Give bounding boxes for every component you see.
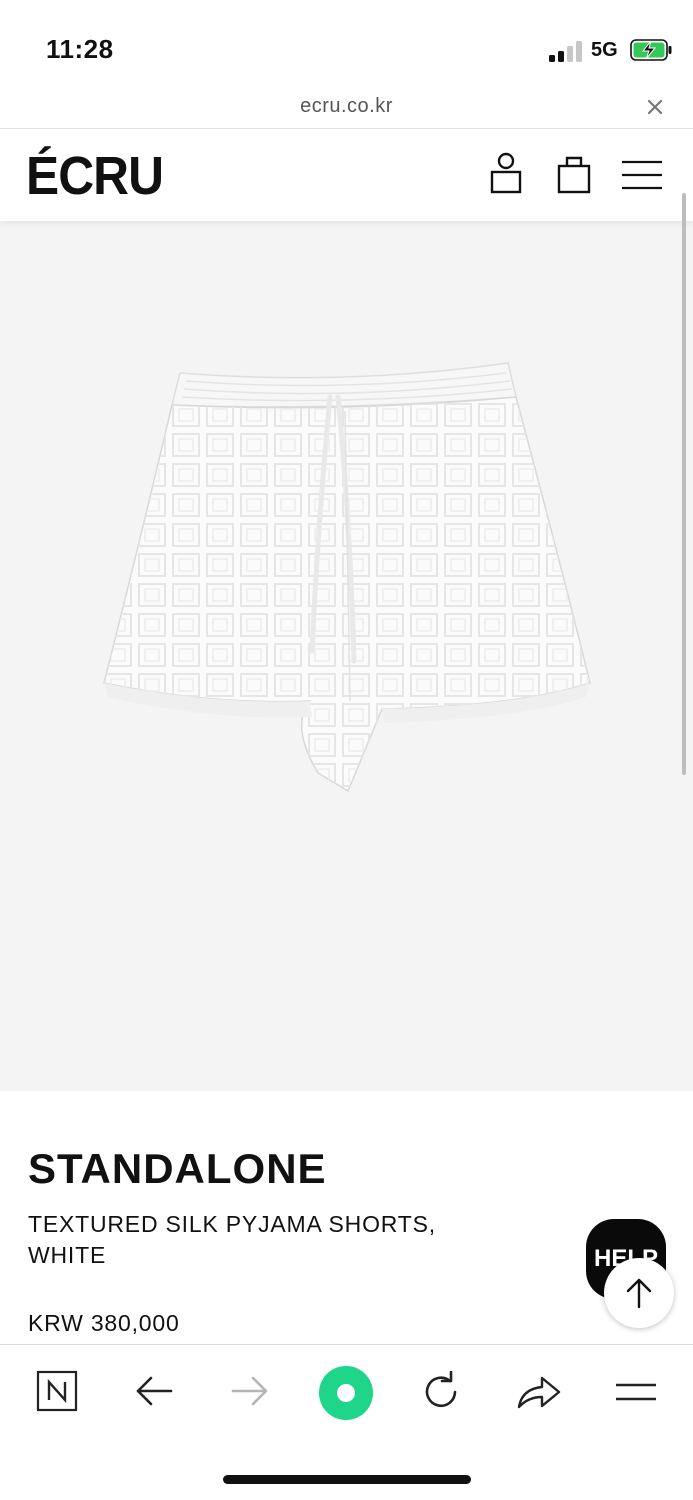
green-dot-icon[interactable]: [318, 1365, 374, 1421]
shorts-illustration: [103, 362, 591, 793]
url-bar[interactable]: ecru.co.kr: [0, 92, 693, 128]
arrow-up-icon: [626, 1278, 652, 1309]
product-name: TEXTURED SILK PYJAMA SHORTS, WHITE: [28, 1211, 436, 1268]
refresh-icon[interactable]: [420, 1371, 462, 1413]
forward-arrow-icon[interactable]: [230, 1373, 270, 1409]
close-icon[interactable]: [644, 96, 666, 118]
status-time: 11:28: [46, 34, 114, 64]
shopping-bag-icon[interactable]: [556, 151, 592, 197]
share-icon[interactable]: [516, 1371, 562, 1413]
browser-menu-icon[interactable]: [614, 1379, 658, 1405]
menu-icon[interactable]: [620, 159, 664, 191]
product-price: KRW 380,000: [28, 1310, 180, 1336]
signal-icon: [549, 40, 583, 62]
battery-charging-icon: [630, 39, 672, 61]
back-arrow-icon[interactable]: [134, 1373, 174, 1409]
site-header: ÉCRU: [0, 128, 693, 221]
page-scrollbar[interactable]: [682, 193, 686, 775]
product-brand[interactable]: STANDALONE: [28, 1145, 327, 1193]
product-image[interactable]: [0, 221, 693, 1091]
network-label: 5G: [591, 39, 618, 61]
scroll-to-top-button[interactable]: [604, 1258, 674, 1328]
account-icon[interactable]: [488, 151, 524, 197]
home-indicator[interactable]: [223, 1475, 471, 1484]
naver-home-icon[interactable]: [36, 1370, 78, 1412]
url-text[interactable]: ecru.co.kr: [0, 95, 693, 118]
site-logo[interactable]: ÉCRU: [26, 145, 164, 207]
status-bar: 11:28 5G: [0, 0, 693, 92]
